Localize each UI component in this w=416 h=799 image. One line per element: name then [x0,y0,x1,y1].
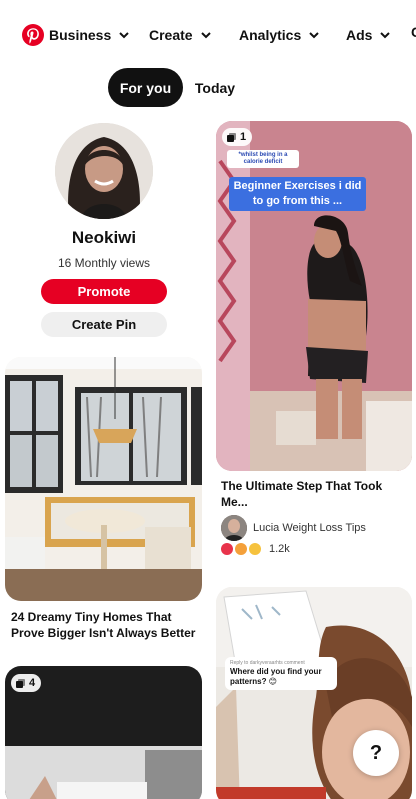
chevron-down-icon [380,32,391,39]
pin-count-badge: 4 [11,674,42,692]
pinterest-logo-icon[interactable] [22,24,44,46]
nav-ads[interactable]: Ads [346,26,391,44]
chevron-down-icon [119,32,129,39]
pin-image-tiny-homes[interactable] [5,357,202,601]
help-button[interactable]: ? [353,730,399,776]
pin-count-badge: 1 [222,128,253,146]
chevron-down-icon [309,32,319,39]
comment-reply-chip: Reply to darkyveraarhts comment Where di… [225,657,337,690]
comment-reply-to: Reply to darkyveraarhts comment [230,660,305,666]
wow-reaction-icon [235,543,247,555]
heart-reaction-icon [221,543,233,555]
nav-analytics-label: Analytics [239,27,302,43]
author-name: Lucia Weight Loss Tips [253,522,366,534]
pin-caption-main: Beginner Exercises i did to go from this… [229,177,366,211]
haha-reaction-icon [249,543,261,555]
nav-overflow-item[interactable]: C [411,24,416,44]
pin-author[interactable]: Lucia Weight Loss Tips [221,515,366,541]
nav-create-label: Create [149,27,193,43]
profile-monthly-views: 16 Monthly views [57,256,151,270]
pin-caption-small: *whilst being in a calorie deficit [227,150,299,168]
nav-business[interactable]: Business [49,26,130,44]
carousel-stack-icon [227,132,236,142]
promote-button[interactable]: Promote [41,279,167,304]
tab-today[interactable]: Today [192,68,238,107]
create-pin-button[interactable]: Create Pin [41,312,167,337]
carousel-stack-icon [16,678,25,688]
pin-image-step-exercises[interactable] [216,121,412,471]
chevron-down-icon [200,32,211,39]
tab-for-you[interactable]: For you [108,68,183,107]
author-avatar [221,515,247,541]
nav-analytics[interactable]: Analytics [239,26,320,44]
comment-reply-text: Where did you find your patterns? 😊 [230,667,322,686]
profile-avatar[interactable] [55,123,153,219]
pin-count-badge-value: 1 [240,131,247,143]
pin-reactions[interactable]: 1.2k [221,543,290,555]
nav-create[interactable]: Create [149,26,212,44]
reaction-count: 1.2k [269,543,290,555]
top-navigation: Business Create Analytics Ads C [0,0,416,68]
pin-title-step[interactable]: The Ultimate Step That Took Me... [221,478,407,510]
pin-count-badge-value: 4 [29,677,36,689]
pin-title-tiny-homes[interactable]: 24 Dreamy Tiny Homes That Prove Bigger I… [11,609,201,641]
profile-name[interactable]: Neokiwi [40,228,168,248]
nav-ads-label: Ads [346,27,373,43]
nav-business-label: Business [49,27,112,43]
